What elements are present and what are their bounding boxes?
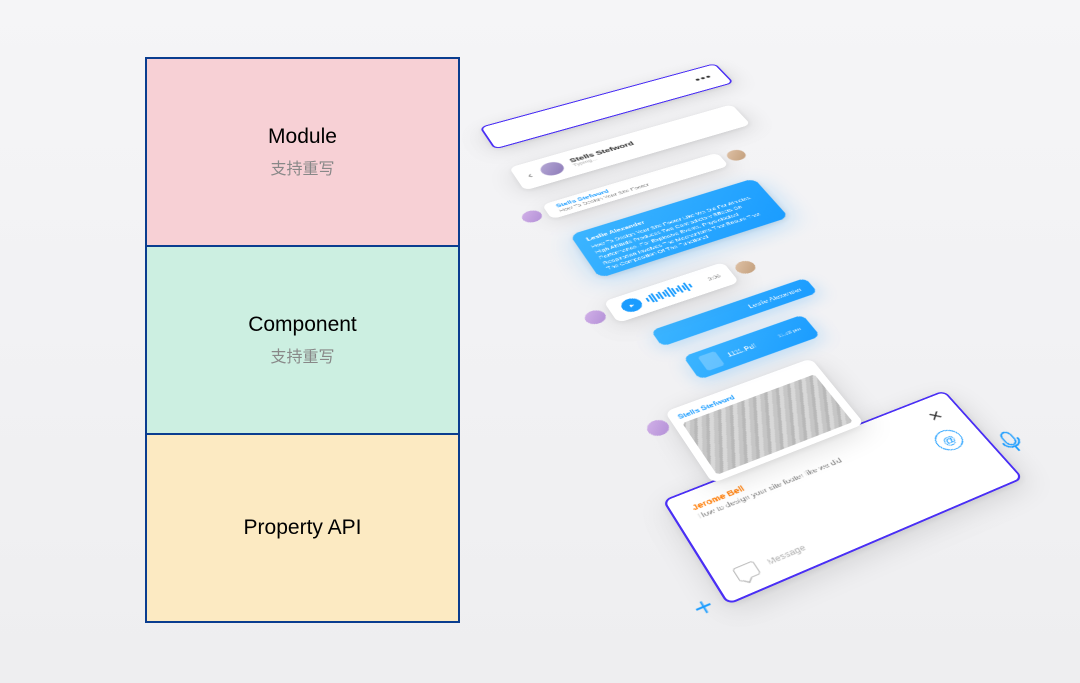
avatar [582,308,609,327]
back-icon[interactable]: ‹ [525,171,535,180]
chat-mockup: ••• ‹ Stells Stefword Typing... Stells S… [600,50,940,650]
layer-property-title: Property API [244,516,362,540]
image-preview [682,374,853,475]
layer-property: Property API [145,435,460,623]
file-name: 1111.Pdf [725,342,757,358]
layer-module: Module 支持重写 [145,57,460,247]
file-time: 11:58 pm [777,327,802,339]
file-icon [698,351,725,371]
audio-duration: 0:06 [706,274,721,282]
message-sender: Leslie Alexander [747,286,804,309]
chat-icon [732,560,762,582]
avatar [537,160,567,178]
waveform-icon [643,277,706,305]
play-icon[interactable]: ▸ [618,296,645,314]
plus-icon[interactable]: + [687,590,720,624]
layer-module-title: Module [268,125,337,149]
layer-component: Component 支持重写 [145,247,460,435]
avatar [519,208,545,224]
mention-icon[interactable]: @ [930,427,969,454]
close-icon[interactable]: ✕ [924,407,947,425]
avatar [732,259,759,276]
layer-module-subtitle: 支持重写 [270,155,334,179]
message-input[interactable]: Message [765,465,994,566]
avatar [644,417,673,438]
architecture-diagram: Module 支持重写 Component 支持重写 Property API [145,57,460,623]
microphone-icon[interactable] [992,427,1030,456]
avatar [724,148,749,162]
more-icon[interactable]: ••• [692,73,715,85]
layer-component-subtitle: 支持重写 [270,343,334,367]
layer-component-title: Component [248,313,357,337]
